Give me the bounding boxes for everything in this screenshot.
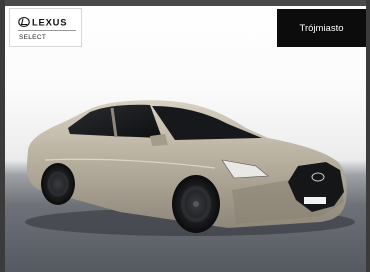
badge-divider	[18, 30, 76, 31]
side-mirror	[150, 134, 168, 146]
car-photo[interactable]: LEXUS SELECT Trójmiasto	[0, 0, 370, 272]
lexus-logo-text: LEXUS	[32, 17, 67, 28]
license-plate	[304, 197, 326, 204]
badge-program-label: SELECT	[19, 34, 47, 41]
location-badge: Trójmiasto	[277, 9, 366, 47]
rear-wheel	[41, 163, 75, 205]
lexus-select-badge: LEXUS SELECT	[9, 8, 82, 47]
location-label: Trójmiasto	[299, 22, 344, 34]
lexus-logo-icon: LEXUS	[18, 17, 67, 28]
front-wheel	[172, 175, 220, 233]
